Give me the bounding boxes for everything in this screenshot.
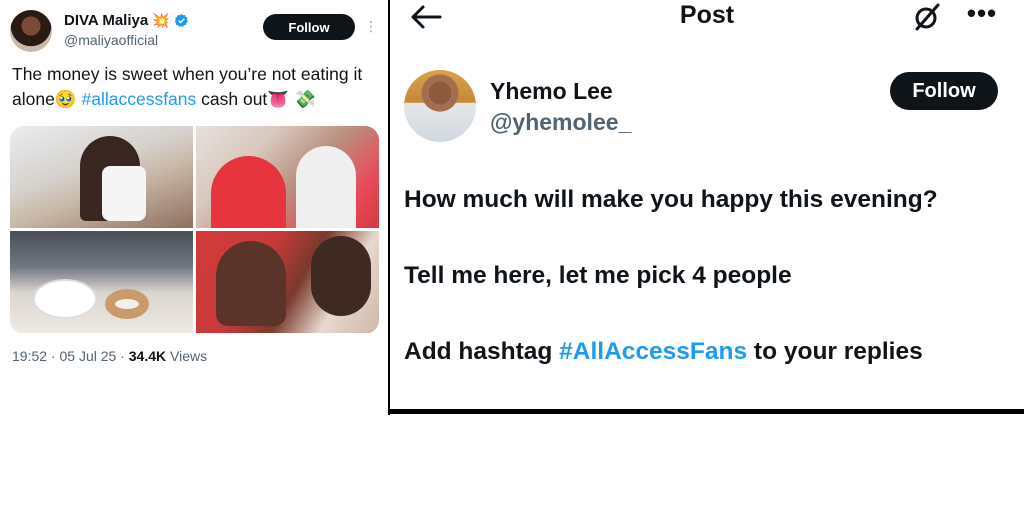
author-handle[interactable]: @yhemolee_: [490, 109, 631, 136]
photo-2[interactable]: [196, 126, 379, 228]
hashtag-link[interactable]: #AllAccessFans: [559, 338, 747, 365]
tweet-text: The money is sweet when you’re not eatin…: [12, 62, 382, 112]
photo-3[interactable]: [10, 231, 193, 333]
timestamp[interactable]: 19:52 · 05 Jul 25 ·: [12, 348, 129, 364]
grok-icon[interactable]: [912, 2, 942, 32]
author-name-row: DIVA Maliya 💥: [64, 12, 189, 29]
tweet-meta: 19:52 · 05 Jul 25 · 34.4K Views: [12, 348, 207, 364]
right-post-view: Post ••• Yhemo Lee @yhemolee_ Follow How…: [390, 0, 1024, 415]
more-icon[interactable]: •••: [962, 0, 1002, 30]
post-text-line: Tell me here, let me pick 4 people: [404, 262, 792, 289]
media-grid: [10, 126, 379, 334]
hashtag-link[interactable]: #allaccessfans: [81, 89, 196, 109]
views-label: Views: [166, 348, 208, 364]
follow-button[interactable]: Follow: [263, 14, 355, 40]
name-emoji: 💥: [152, 12, 170, 28]
post-text-part: to your replies: [747, 338, 923, 365]
post-text-line: Add hashtag #AllAccessFans to your repli…: [404, 338, 923, 366]
bottom-divider: [390, 409, 1024, 414]
back-arrow-icon[interactable]: [408, 2, 444, 32]
verified-badge-icon: [174, 13, 188, 27]
more-options-icon[interactable]: ⋮: [364, 16, 378, 36]
post-text-line: How much will make you happy this evenin…: [404, 186, 938, 213]
photo-4[interactable]: [196, 231, 379, 333]
author-display-name[interactable]: Yhemo Lee: [490, 78, 613, 105]
tweet-text-part: cash out👅 💸: [196, 89, 316, 109]
follow-button[interactable]: Follow: [890, 72, 998, 110]
avatar[interactable]: [404, 70, 476, 142]
author-display-name[interactable]: DIVA Maliya: [64, 12, 148, 29]
photo-1[interactable]: [10, 126, 193, 228]
views-count: 34.4K: [128, 348, 167, 364]
author-handle[interactable]: @maliyaofficial: [64, 32, 158, 48]
avatar[interactable]: [10, 10, 52, 52]
post-text-part: Add hashtag: [404, 338, 560, 365]
left-tweet-card: DIVA Maliya 💥 @maliyaofficial Follow ⋮ T…: [0, 0, 388, 512]
